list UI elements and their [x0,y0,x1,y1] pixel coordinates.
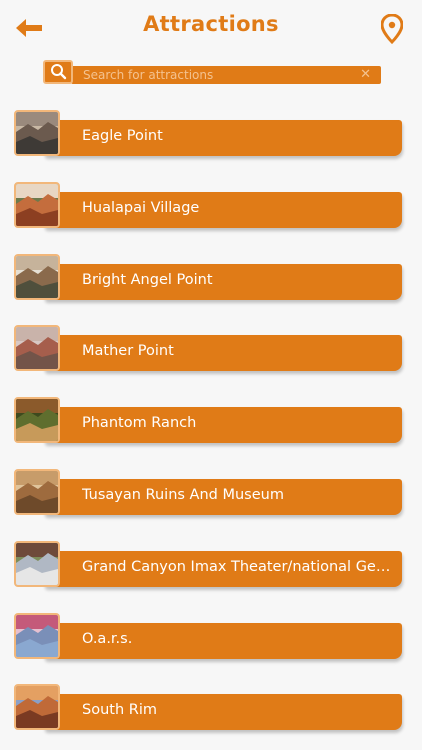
attraction-thumbnail [14,325,60,371]
attraction-row[interactable]: Tusayan Ruins And Museum [14,469,404,517]
attraction-name: Phantom Ranch [82,415,197,431]
search-bar: ✕ [43,60,381,84]
attraction-row[interactable]: Hualapai Village [14,182,404,230]
attraction-name: Tusayan Ruins And Museum [82,487,284,503]
attraction-row[interactable]: O.a.r.s. [14,613,404,661]
page-title: Attractions [143,12,279,36]
search-icon [51,64,67,80]
search-input[interactable] [83,66,353,84]
attraction-name: O.a.r.s. [82,631,133,647]
attraction-row[interactable]: Phantom Ranch [14,397,404,445]
attraction-thumbnail [14,684,60,730]
attraction-row[interactable]: Eagle Point [14,110,404,158]
search-button[interactable] [43,60,73,84]
attraction-thumbnail [14,541,60,587]
attraction-thumbnail [14,397,60,443]
attraction-name: Bright Angel Point [82,272,213,288]
map-pin-icon [380,13,404,45]
header: Attractions [0,0,422,56]
attraction-thumbnail [14,469,60,515]
attraction-thumbnail [14,110,60,156]
attraction-name: Grand Canyon Imax Theater/national Geog.… [82,559,392,575]
attraction-name: South Rim [82,702,157,718]
attraction-row[interactable]: South Rim [14,684,404,732]
attraction-row[interactable]: Grand Canyon Imax Theater/national Geog.… [14,541,404,589]
attraction-name: Mather Point [82,343,174,359]
location-button[interactable] [380,13,404,45]
clear-search-button[interactable]: ✕ [360,67,371,82]
attraction-row[interactable]: Mather Point [14,325,404,373]
attraction-name: Hualapai Village [82,200,200,216]
attraction-thumbnail [14,182,60,228]
attraction-thumbnail [14,613,60,659]
attraction-row[interactable]: Bright Angel Point [14,254,404,302]
attraction-name: Eagle Point [82,128,163,144]
search-field-background: ✕ [71,66,381,84]
attraction-thumbnail [14,254,60,300]
